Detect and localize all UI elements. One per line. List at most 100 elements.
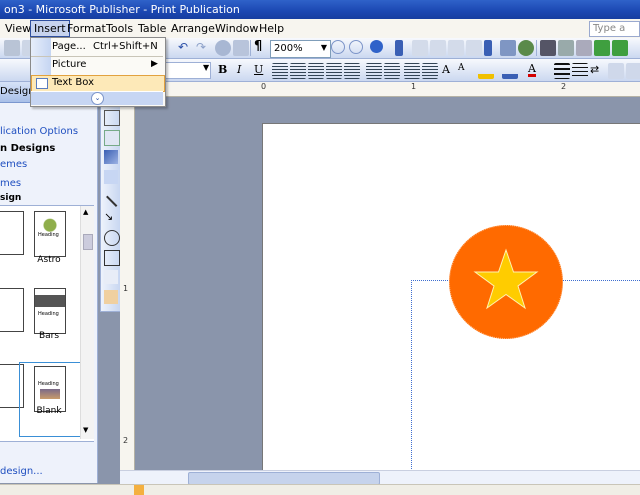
3d-icon[interactable]: [626, 63, 640, 79]
toolbar-icon[interactable]: [430, 40, 446, 56]
table-icon[interactable]: [104, 150, 118, 164]
picture-icon[interactable]: [500, 40, 516, 56]
help-search-input[interactable]: Type a qu: [589, 21, 640, 48]
thumb-heading: Heading: [38, 311, 59, 317]
wordart-icon[interactable]: [104, 170, 118, 184]
toolbar-icon[interactable]: [576, 40, 592, 56]
design-label-astro: Astro: [37, 255, 61, 265]
numbering-icon[interactable]: [366, 63, 382, 79]
increase-indent-icon[interactable]: [422, 63, 438, 79]
justify-icon[interactable]: [326, 63, 342, 79]
ruler-number: 1: [411, 82, 417, 91]
rectangle-icon[interactable]: [104, 250, 120, 266]
chevron-down-icon[interactable]: ▼: [203, 63, 209, 72]
design-thumb-bars[interactable]: Heading: [34, 288, 66, 334]
dash-style-icon[interactable]: [572, 63, 588, 79]
arrow-style-icon[interactable]: ⇄: [590, 63, 606, 79]
menu-separator: [31, 56, 163, 57]
publication-designs-link[interactable]: n Designs: [0, 143, 55, 154]
section-label: sign: [0, 193, 22, 203]
more-designs-link[interactable]: design...: [0, 466, 43, 477]
design-gallery-icon[interactable]: [104, 290, 118, 304]
menu-arrange[interactable]: Arrange: [168, 21, 218, 36]
decrease-indent-icon[interactable]: [404, 63, 420, 79]
toolbar-icon[interactable]: [448, 40, 464, 56]
align-right-icon[interactable]: [308, 63, 324, 79]
toolbar-icon[interactable]: [412, 40, 428, 56]
arrow-icon[interactable]: ↘: [104, 210, 118, 224]
menu-item-page[interactable]: Page...: [52, 41, 86, 52]
chevron-down-icon[interactable]: ▼: [320, 41, 328, 55]
separator: [536, 40, 537, 56]
pilcrow-icon[interactable]: ¶: [254, 39, 270, 55]
objects-toolbar: ↘: [100, 105, 122, 312]
align-left-icon[interactable]: [272, 63, 288, 79]
italic-icon[interactable]: I: [237, 63, 241, 76]
design-thumb-astro[interactable]: Heading: [34, 211, 66, 257]
menu-window[interactable]: Window: [212, 21, 261, 36]
scroll-up-icon[interactable]: ▲: [83, 208, 88, 216]
zoom-out-icon[interactable]: [331, 40, 345, 54]
chevron-down-icon[interactable]: ⌄: [91, 92, 104, 105]
text-box-icon[interactable]: [104, 130, 120, 146]
oval-icon[interactable]: [104, 230, 120, 246]
shape-icon[interactable]: [594, 40, 610, 56]
redo-icon[interactable]: ↷: [196, 40, 212, 56]
bring-front-icon[interactable]: [540, 40, 556, 56]
font-schemes-link[interactable]: mes: [0, 178, 21, 189]
font-size-decrease-icon[interactable]: A: [458, 63, 465, 73]
toolbar-options-icon[interactable]: [395, 40, 403, 56]
scroll-thumb[interactable]: [83, 234, 93, 250]
status-bar: [0, 484, 640, 495]
shadow-icon[interactable]: [608, 63, 624, 79]
shape-icon[interactable]: [612, 40, 628, 56]
horizontal-ruler[interactable]: 0 1 2: [120, 82, 640, 97]
bold-icon[interactable]: B: [218, 63, 227, 76]
align-center-icon[interactable]: [290, 63, 306, 79]
line-icon[interactable]: [104, 195, 118, 209]
menu-tools[interactable]: Tools: [103, 21, 136, 36]
select-objects-icon[interactable]: [104, 110, 120, 126]
zoom-in-icon[interactable]: [349, 40, 363, 54]
print-preview-icon[interactable]: [233, 40, 249, 56]
shortcut-page: Ctrl+Shift+N: [93, 41, 158, 52]
ruler-number: 2: [123, 436, 129, 445]
print-icon[interactable]: [4, 40, 20, 56]
scroll-down-icon[interactable]: ▼: [83, 426, 88, 434]
ruler-number: 2: [561, 82, 567, 91]
send-back-icon[interactable]: [558, 40, 574, 56]
undo-icon[interactable]: ↶: [178, 40, 194, 56]
line-color-icon[interactable]: [502, 63, 518, 79]
thumb-heading: Heading: [38, 381, 59, 387]
design-thumb-partial[interactable]: [0, 211, 24, 255]
menu-item-picture[interactable]: Picture: [52, 59, 86, 70]
toolbar-icon[interactable]: [466, 40, 482, 56]
font-size-increase-icon[interactable]: A: [442, 63, 450, 76]
publication-options-link[interactable]: lication Options: [0, 126, 78, 137]
distribute-icon[interactable]: [344, 63, 360, 79]
gallery-scrollbar[interactable]: ▲ ▼: [80, 206, 94, 439]
ruler-number: 0: [261, 82, 267, 91]
toolbar-options-icon[interactable]: [484, 40, 492, 56]
design-thumb-partial[interactable]: [0, 288, 24, 332]
menu-table[interactable]: Table: [135, 21, 169, 36]
vertical-ruler[interactable]: 1 2: [120, 96, 135, 470]
design-label-blank: Blank: [36, 406, 62, 416]
fill-color-icon[interactable]: [478, 63, 494, 79]
bullets-icon[interactable]: [384, 63, 400, 79]
hyperlink-icon[interactable]: [215, 40, 231, 56]
clipart-icon[interactable]: [518, 40, 534, 56]
star-shape[interactable]: [450, 226, 562, 338]
color-schemes-link[interactable]: emes: [0, 159, 27, 170]
font-color-icon[interactable]: A: [528, 63, 536, 77]
autoshapes-icon[interactable]: [104, 270, 118, 284]
thumb-heading: Heading: [38, 232, 59, 238]
help-icon[interactable]: [370, 40, 383, 53]
underline-icon[interactable]: U: [254, 63, 263, 76]
text-box-icon: [36, 78, 48, 89]
design-label-bars: Bars: [38, 331, 60, 341]
menu-item-textbox[interactable]: Text Box: [52, 77, 94, 88]
line-style-icon[interactable]: [554, 63, 570, 79]
circle-shape[interactable]: [449, 225, 563, 339]
menu-help[interactable]: Help: [256, 21, 287, 36]
